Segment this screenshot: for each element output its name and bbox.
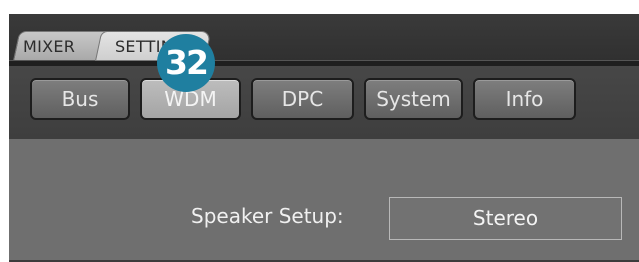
tab-mixer-label: MIXER [22,37,76,56]
subtab-system[interactable]: System [364,78,463,120]
speaker-setup-field[interactable]: Stereo [389,197,622,240]
subtab-dpc[interactable]: DPC [251,78,354,120]
callout-badge: 32 [157,34,215,92]
speaker-setup-label: Speaker Setup: [191,204,344,228]
subtab-info[interactable]: Info [473,78,576,120]
subtab-bus[interactable]: Bus [30,78,130,120]
